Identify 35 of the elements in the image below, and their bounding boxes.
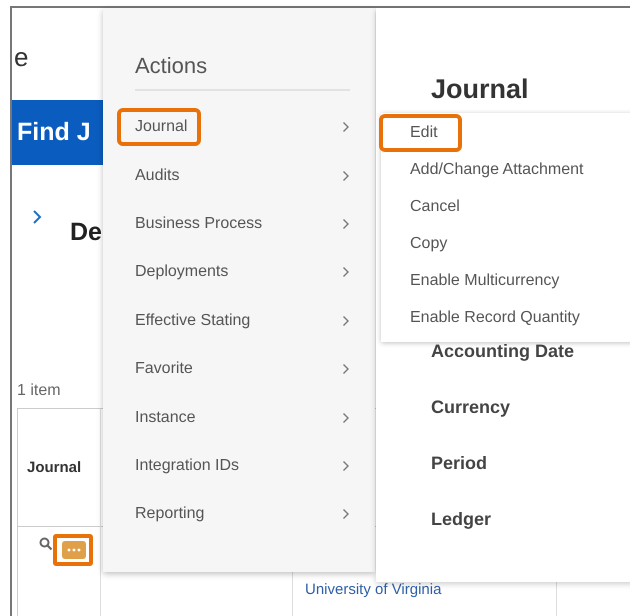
submenu-item[interactable]: Enable Multicurrency <box>410 268 560 294</box>
card-title: Journal <box>431 74 530 105</box>
menu-item[interactable]: Deployments <box>135 257 236 288</box>
page-title: e <box>14 42 28 74</box>
page-heading: De <box>70 218 102 247</box>
chevron-icon <box>342 314 350 327</box>
chevron-icon <box>342 412 350 424</box>
chevron-icon[interactable] <box>32 210 42 224</box>
submenu-item[interactable]: Enable Record Quantity <box>410 304 580 330</box>
field-label: Ledger <box>431 509 492 531</box>
chevron-icon <box>342 170 350 182</box>
chevron-icon <box>342 363 350 376</box>
menu-item[interactable]: Instance <box>135 402 204 433</box>
field-label: Period <box>431 453 488 475</box>
column-header: Journal <box>18 409 101 527</box>
field-label: Currency <box>431 397 512 419</box>
chevron-icon <box>342 218 350 230</box>
menu-item[interactable]: Favorite <box>135 354 201 384</box>
field-label: Accounting Date <box>431 341 576 363</box>
more-icon <box>65 547 83 553</box>
chevron-icon <box>342 460 350 472</box>
submenu-item[interactable]: Cancel <box>410 194 460 220</box>
submenu-item[interactable]: Add/Change Attachment <box>410 156 584 182</box>
menu-item[interactable]: Effective Stating <box>135 306 258 336</box>
chevron-icon <box>342 508 350 520</box>
menu-title: Actions <box>135 53 208 80</box>
submenu-item[interactable]: Copy <box>410 230 448 256</box>
search-icon[interactable] <box>39 537 53 551</box>
chevron-icon <box>342 266 350 278</box>
company-link[interactable]: University of Virginia <box>305 581 442 598</box>
menu-item[interactable]: Reporting <box>135 499 212 530</box>
menu-item[interactable]: Integration IDs <box>135 450 248 481</box>
item-count: 1 item <box>16 382 61 401</box>
chevron-icon <box>342 121 350 134</box>
menu-item[interactable]: Business Process <box>135 208 270 239</box>
